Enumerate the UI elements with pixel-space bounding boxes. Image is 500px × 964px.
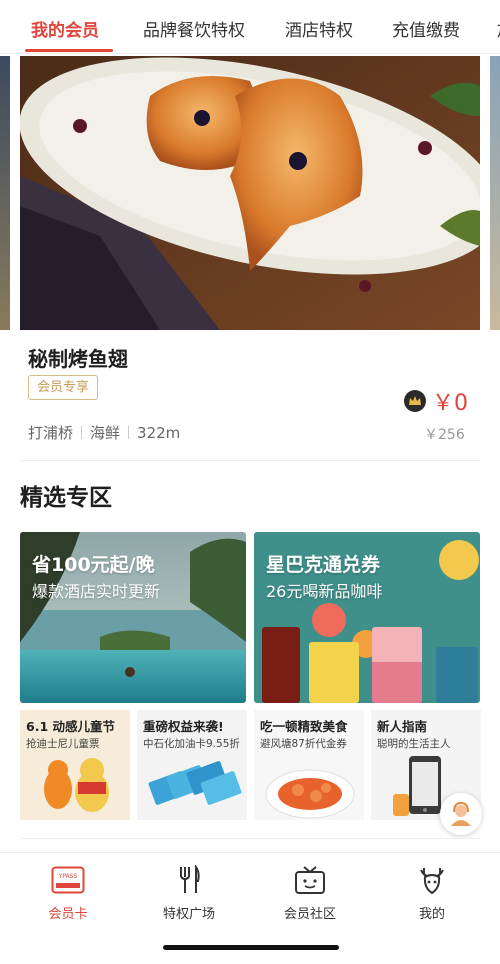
card-subtitle: 聪明的生活主人 bbox=[377, 738, 451, 750]
ypass-card-icon: YPASS bbox=[23, 863, 113, 897]
dish-meta: 打浦桥 海鲜 322m bbox=[28, 422, 180, 443]
nav-mine[interactable]: 我的 bbox=[387, 863, 477, 922]
cartoon-characters-image bbox=[44, 758, 109, 812]
top-tab-bar: 我的会员 品牌餐饮特权 酒店特权 充值缴费 加 bbox=[0, 0, 500, 54]
nav-label: 会员社区 bbox=[283, 907, 336, 922]
home-indicator[interactable] bbox=[163, 945, 339, 950]
member-price: ￥0 bbox=[432, 391, 468, 416]
carousel-prev-peek[interactable] bbox=[0, 56, 10, 330]
nav-member-community[interactable]: 会员社区 bbox=[265, 863, 355, 922]
card-subtitle: 抢迪士尼儿童票 bbox=[26, 738, 100, 750]
section-title: 精选专区 bbox=[20, 485, 112, 511]
nav-member-card[interactable]: YPASS 会员卡 bbox=[23, 863, 113, 922]
featured-dish-image[interactable] bbox=[20, 56, 480, 330]
shrimp-dish-image bbox=[265, 769, 355, 819]
tab-brand-dining[interactable]: 品牌餐饮特权 bbox=[143, 16, 245, 41]
starbucks-coupon-banner[interactable]: 星巴克通兑券 26元喝新品咖啡 bbox=[254, 532, 480, 703]
active-tab-indicator bbox=[25, 49, 113, 52]
card-title: 6.1 动感儿童节 bbox=[26, 719, 115, 734]
card-subtitle: 中石化加油卡9.55折 bbox=[143, 738, 240, 750]
category-label: 海鲜 bbox=[90, 424, 121, 442]
distance-label: 322m bbox=[137, 424, 181, 442]
banner-title: 星巴克通兑券 bbox=[266, 554, 381, 576]
carousel-next-peek[interactable] bbox=[490, 56, 500, 330]
original-price: ￥256 bbox=[424, 427, 465, 443]
member-exclusive-tag: 会员专享 bbox=[28, 375, 99, 400]
card-title: 新人指南 bbox=[377, 719, 428, 734]
banner-title: 省100元起/晚 bbox=[32, 554, 155, 576]
childrens-day-card[interactable]: 6.1 动感儿童节 抢迪士尼儿童票 bbox=[20, 710, 130, 820]
dining-voucher-card[interactable]: 吃一顿精致美食 避风塘87折代金券 bbox=[254, 710, 364, 820]
divider bbox=[20, 460, 480, 461]
hotel-deal-banner[interactable]: 省100元起/晚 爆款酒店实时更新 bbox=[20, 532, 246, 703]
nav-label: 特权广场 bbox=[162, 907, 215, 922]
banner-subtitle: 26元喝新品咖啡 bbox=[266, 582, 383, 601]
headset-agent-icon bbox=[451, 801, 471, 826]
fuel-card-card[interactable]: 重磅权益来袭! 中石化加油卡9.55折 bbox=[137, 710, 247, 820]
meta-divider bbox=[128, 426, 130, 439]
divider bbox=[20, 838, 480, 839]
fuel-cards-image bbox=[148, 761, 242, 805]
nav-label: 我的 bbox=[418, 907, 445, 922]
fork-knife-icon bbox=[144, 863, 234, 897]
tab-hotel[interactable]: 酒店特权 bbox=[285, 16, 353, 41]
tv-face-icon bbox=[265, 863, 355, 897]
ypass-icon-text: YPASS bbox=[58, 873, 78, 880]
card-subtitle: 避风塘87折代金券 bbox=[260, 738, 347, 750]
area-label: 打浦桥 bbox=[28, 424, 74, 442]
tab-recharge[interactable]: 充值缴费 bbox=[392, 16, 460, 41]
customer-service-button[interactable] bbox=[440, 793, 482, 835]
banner-subtitle: 爆款酒店实时更新 bbox=[32, 582, 161, 601]
meta-divider bbox=[81, 426, 83, 439]
crown-icon bbox=[404, 390, 426, 412]
nav-privilege-square[interactable]: 特权广场 bbox=[144, 863, 234, 922]
nav-label: 会员卡 bbox=[48, 907, 88, 922]
dish-title[interactable]: 秘制烤鱼翅 bbox=[28, 343, 128, 372]
card-title: 吃一顿精致美食 bbox=[260, 719, 348, 734]
tab-my-membership[interactable]: 我的会员 bbox=[31, 16, 99, 41]
antler-face-icon bbox=[387, 863, 477, 897]
card-title: 重磅权益来袭! bbox=[143, 719, 224, 734]
